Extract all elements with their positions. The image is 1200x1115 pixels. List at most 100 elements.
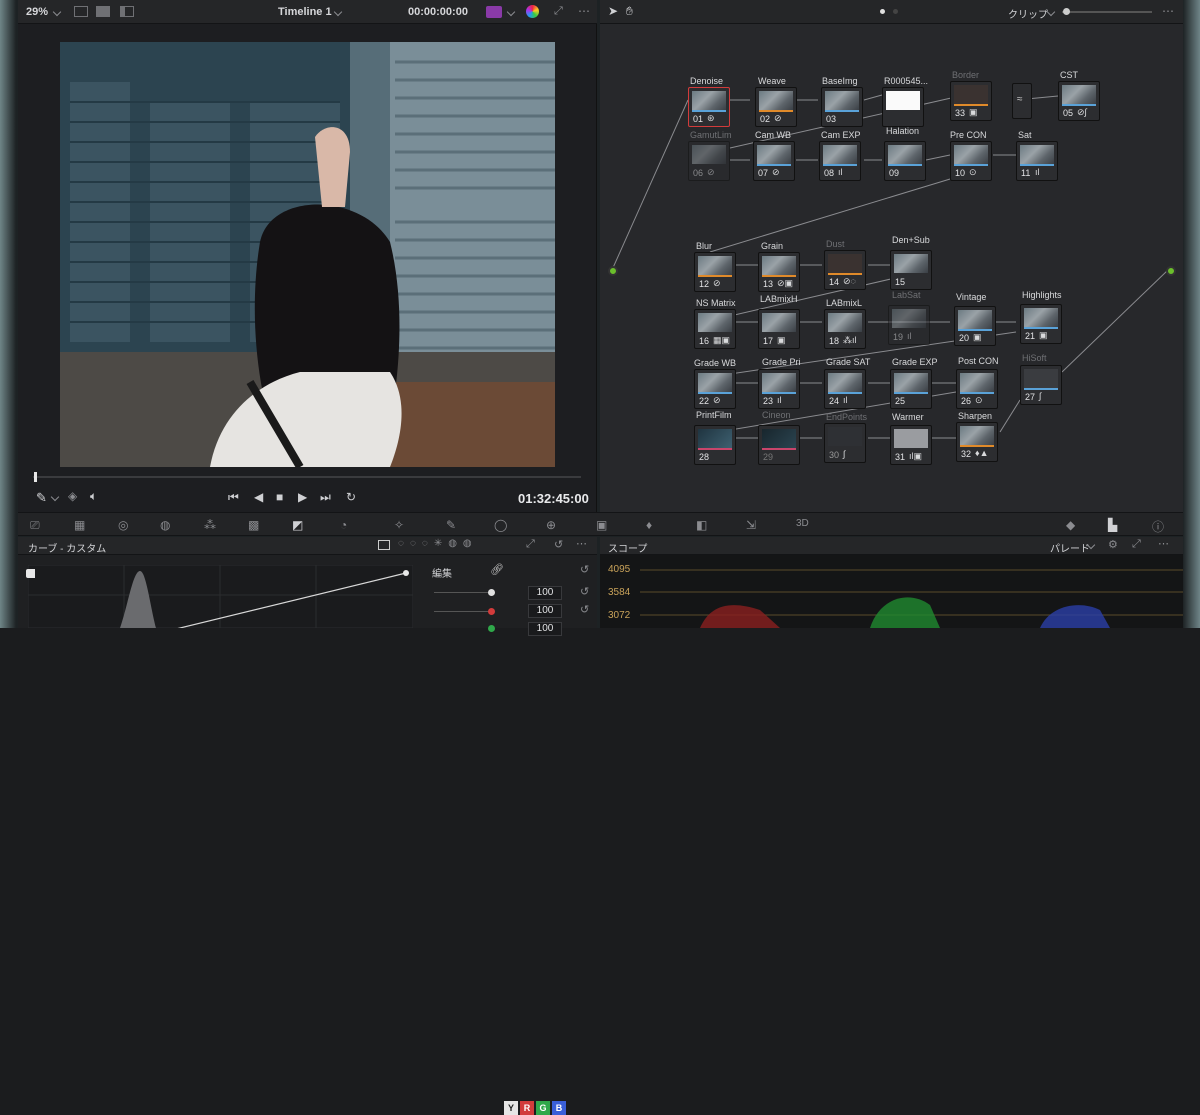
play-reverse-icon[interactable]: ◀︎ bbox=[254, 490, 263, 504]
g-slider-handle[interactable] bbox=[488, 625, 495, 632]
channel-g-button[interactable]: G bbox=[536, 1101, 550, 1115]
r-slider-handle[interactable] bbox=[488, 608, 495, 615]
scrub-bar[interactable] bbox=[33, 476, 581, 478]
layer-mixer-node[interactable]: ≈ bbox=[1012, 83, 1032, 119]
node-weave[interactable]: 02 ⊘ bbox=[755, 87, 797, 127]
play-icon[interactable]: ▶︎ bbox=[298, 490, 307, 504]
node-cst[interactable]: 05 ⊘∫ bbox=[1058, 81, 1100, 121]
node-vintage[interactable]: 20 ▣ bbox=[954, 306, 996, 346]
node-grain[interactable]: 13 ⊘▣ bbox=[758, 252, 800, 292]
node-labsat[interactable]: 19 ıl bbox=[888, 305, 930, 345]
curves-options-icon[interactable]: ⋯ bbox=[576, 537, 587, 550]
color-picker-icon[interactable] bbox=[526, 5, 539, 18]
scope-settings-icon[interactable]: ⚙︎ bbox=[1108, 538, 1118, 551]
highlight-chevron-down-icon[interactable] bbox=[506, 7, 516, 18]
r-reset-icon[interactable]: ↺ bbox=[580, 603, 589, 616]
curves-icon[interactable]: ◩ bbox=[292, 518, 303, 532]
channel-y-button[interactable]: Y bbox=[504, 1101, 518, 1115]
single-viewer-icon[interactable] bbox=[74, 6, 88, 17]
camera-raw-icon[interactable]: ⎚ bbox=[30, 518, 40, 533]
node-baseimg[interactable]: 03 bbox=[821, 87, 863, 127]
loop-icon[interactable]: ↻ bbox=[346, 490, 356, 504]
channel-r-button[interactable]: R bbox=[520, 1101, 534, 1115]
scope-options-icon[interactable]: ⋯ bbox=[1158, 537, 1169, 550]
custom-curve-icon[interactable] bbox=[378, 540, 390, 550]
channel-b-button[interactable]: B bbox=[552, 1101, 566, 1115]
edit-reset-icon[interactable]: ↺ bbox=[580, 563, 589, 576]
curve-start-point[interactable] bbox=[26, 569, 35, 578]
source-input-port[interactable] bbox=[608, 266, 618, 276]
node-cam-exp[interactable]: 08 ıl bbox=[819, 141, 861, 181]
zoom-chevron-down-icon[interactable] bbox=[52, 7, 62, 18]
scope-type-chevron-down-icon[interactable] bbox=[1086, 540, 1096, 551]
fullscreen-icon[interactable]: ⤢ bbox=[554, 5, 563, 18]
link-icon[interactable]: 🔗︎ bbox=[490, 563, 504, 576]
reset-icon[interactable]: ↺ bbox=[554, 538, 563, 551]
node-pre-con[interactable]: 10 ⊙ bbox=[950, 141, 992, 181]
scope-expand-icon[interactable]: ⤢ bbox=[1132, 538, 1141, 551]
hdr-wheels-icon[interactable]: ◍ bbox=[160, 518, 170, 532]
color-warper-icon[interactable]: ◔ bbox=[340, 518, 347, 532]
node-printfilm[interactable]: 28 bbox=[694, 425, 736, 465]
magic-mask-icon[interactable]: ▣ bbox=[596, 518, 607, 532]
scopes-icon[interactable]: ▙ bbox=[1108, 518, 1117, 532]
node-denoise[interactable]: 01 ⊛ bbox=[688, 87, 730, 127]
node-highlights[interactable]: 21 ▣ bbox=[1020, 304, 1062, 344]
node-blur[interactable]: 12 ⊘ bbox=[694, 252, 736, 292]
scope-type-select[interactable]: パレード bbox=[1050, 540, 1090, 555]
y-slider[interactable] bbox=[434, 592, 494, 593]
motion-effects-icon[interactable]: ▩ bbox=[248, 518, 259, 532]
node-post-con[interactable]: 26 ⊙ bbox=[956, 369, 998, 409]
color-warper-grid-icon[interactable]: ✧ bbox=[394, 518, 404, 532]
split-viewer-icon[interactable] bbox=[96, 6, 110, 17]
info-icon[interactable]: ⓘ bbox=[1152, 518, 1164, 535]
g-value[interactable]: 100 bbox=[528, 622, 562, 636]
node-external-matte[interactable] bbox=[882, 87, 924, 127]
playhead[interactable] bbox=[34, 472, 37, 482]
tracker-icon[interactable]: ⊕ bbox=[546, 518, 556, 532]
timeline-chevron-down-icon[interactable] bbox=[333, 7, 343, 18]
node-hisoft[interactable]: 27 ∫ bbox=[1020, 365, 1062, 405]
y-reset-icon[interactable]: ↺ bbox=[580, 585, 589, 598]
node-dust[interactable]: 14 ⊘◌ bbox=[824, 250, 866, 290]
node-labmixh[interactable]: 17 ▣ bbox=[758, 309, 800, 349]
sizing-icon[interactable]: ⇲ bbox=[746, 518, 756, 532]
curve-graph[interactable] bbox=[28, 565, 413, 628]
go-to-end-icon[interactable]: ⏭︎ bbox=[320, 490, 331, 505]
go-to-start-icon[interactable]: ⏮︎ bbox=[228, 490, 239, 505]
key-icon[interactable]: ◧ bbox=[696, 518, 707, 532]
node-gamutlim[interactable]: 06 ⊘ bbox=[688, 141, 730, 181]
node-den-sub[interactable]: 15 bbox=[890, 250, 932, 290]
node-border[interactable]: 33 ▣ bbox=[950, 81, 992, 121]
rgb-mixer-icon[interactable]: ⁂ bbox=[204, 518, 216, 532]
color-match-icon[interactable]: ▦ bbox=[74, 518, 85, 532]
node-grade-sat[interactable]: 24 ıl bbox=[824, 369, 866, 409]
viewer-options-icon[interactable]: ⋯ bbox=[578, 4, 590, 18]
blur-icon[interactable]: ♦ bbox=[646, 518, 652, 532]
highlight-mode-icon[interactable] bbox=[486, 6, 502, 18]
node-grade-exp[interactable]: 25 bbox=[890, 369, 932, 409]
node-ns-matrix[interactable]: 16 ▦▣ bbox=[694, 309, 736, 349]
expand-icon[interactable]: ⤢ bbox=[526, 538, 535, 551]
hue-curves-icon[interactable]: ◌◌◌✳◍◍ bbox=[398, 538, 478, 549]
y-value[interactable]: 100 bbox=[528, 586, 562, 600]
node-endpoints[interactable]: 30 ∫ bbox=[824, 423, 866, 463]
node-sharpen[interactable]: 32 ♦▲ bbox=[956, 422, 998, 462]
zoom-level[interactable]: 29% bbox=[26, 6, 48, 18]
3d-icon[interactable]: 3D bbox=[796, 518, 809, 529]
node-cineon[interactable]: 29 bbox=[758, 425, 800, 465]
gallery-view-icon[interactable] bbox=[120, 6, 134, 17]
node-grade-pri[interactable]: 23 ıl bbox=[758, 369, 800, 409]
primaries-wheels-icon[interactable]: ◎ bbox=[118, 518, 128, 532]
window-icon[interactable]: ◯ bbox=[494, 518, 507, 532]
node-halation[interactable]: 09 bbox=[884, 141, 926, 181]
qualifier-icon[interactable]: ✎ bbox=[446, 518, 456, 532]
keyframes-icon[interactable]: ◆ bbox=[1066, 518, 1075, 532]
timeline-name[interactable]: Timeline 1 bbox=[278, 6, 332, 18]
layers-icon[interactable]: ◈ bbox=[68, 489, 77, 503]
node-labmixl[interactable]: 18 ⁂ıl bbox=[824, 309, 866, 349]
node-sat[interactable]: 11 ıl bbox=[1016, 141, 1058, 181]
stop-icon[interactable]: ■ bbox=[276, 490, 283, 504]
node-warmer[interactable]: 31 ıl▣ bbox=[890, 425, 932, 465]
picker-chevron-down-icon[interactable] bbox=[50, 492, 60, 503]
